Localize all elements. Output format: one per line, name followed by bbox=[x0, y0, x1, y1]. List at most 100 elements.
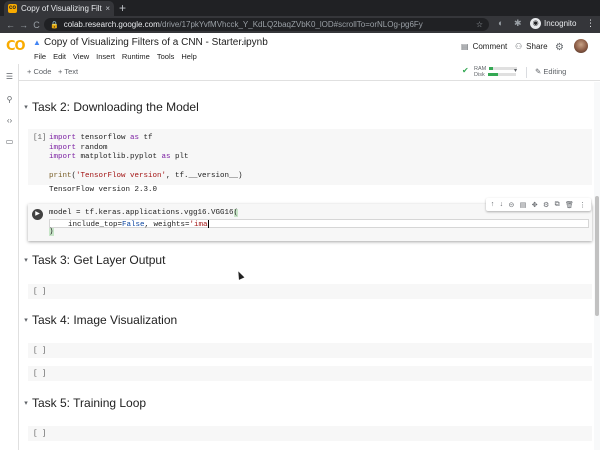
share-icon: ⚇ bbox=[515, 42, 523, 51]
cell-execution-count: [ ] bbox=[33, 430, 47, 438]
gear-icon[interactable]: ⚙ bbox=[543, 201, 549, 209]
cell-execution-count: [ ] bbox=[33, 288, 47, 296]
collapse-caret-icon[interactable]: ▾ bbox=[20, 316, 32, 324]
left-sidebar: ☰ ⚲ ‹› ▭ bbox=[0, 64, 19, 450]
code-token: model = tf.keras.applications.vgg16.VGG1… bbox=[49, 209, 234, 217]
files-icon[interactable]: ▭ bbox=[0, 137, 19, 146]
colab-favicon-icon: co bbox=[8, 4, 17, 13]
code-line-current[interactable]: include_top=False, weights='ima bbox=[49, 218, 589, 228]
table-of-contents-icon[interactable]: ☰ bbox=[0, 72, 19, 81]
move-up-icon[interactable]: ↑ bbox=[491, 201, 495, 208]
code-cell-empty[interactable]: [ ] bbox=[28, 284, 592, 299]
collapse-caret-icon[interactable]: ▾ bbox=[20, 256, 32, 264]
text-cursor bbox=[207, 219, 209, 228]
code-cell-empty[interactable]: [ ] bbox=[28, 343, 592, 358]
menu-help[interactable]: Help bbox=[181, 52, 196, 61]
collapse-caret-icon[interactable]: ▾ bbox=[20, 103, 32, 111]
incognito-icon: ◉ bbox=[530, 18, 541, 29]
browser-menu-icon[interactable]: ⋮ bbox=[586, 18, 595, 29]
section-title: Task 2: Downloading the Model bbox=[32, 100, 199, 114]
drive-icon: ▲ bbox=[33, 38, 41, 47]
toolbar-divider bbox=[526, 67, 527, 78]
section-title: Task 5: Training Loop bbox=[32, 396, 147, 410]
code-token: 'TensorFlow version' bbox=[76, 172, 167, 180]
disk-bar-fill bbox=[487, 73, 498, 77]
link-icon[interactable]: ⊝ bbox=[508, 201, 514, 209]
comment-icon[interactable]: ▤ bbox=[520, 201, 527, 209]
chevron-down-icon[interactable]: ▾ bbox=[514, 67, 517, 74]
code-token: tf bbox=[139, 134, 153, 142]
extension-icon[interactable]: ◐ bbox=[498, 18, 503, 28]
add-code-button[interactable]: + Code bbox=[27, 67, 51, 76]
more-options-icon[interactable]: ⋮ bbox=[579, 201, 586, 209]
code-token: as bbox=[161, 153, 171, 161]
code-token: import bbox=[49, 153, 77, 161]
cell-execution-count: [ ] bbox=[33, 370, 47, 378]
section-task2: ▾ Task 2: Downloading the Model bbox=[20, 100, 199, 114]
browser-tab[interactable]: co Copy of Visualizing Filters × bbox=[4, 1, 114, 16]
search-icon[interactable]: ⚲ bbox=[0, 95, 19, 104]
run-cell-button[interactable]: ▶ bbox=[32, 209, 43, 220]
puzzle-extension-icon[interactable]: ✱ bbox=[514, 18, 522, 29]
scrollbar-thumb[interactable] bbox=[595, 196, 599, 316]
cell-code[interactable]: import tensorflow as tf import random im… bbox=[49, 134, 243, 182]
back-button[interactable]: ← bbox=[4, 20, 17, 30]
move-down-icon[interactable]: ↓ bbox=[500, 201, 504, 208]
lock-icon[interactable]: 🔒 bbox=[50, 21, 59, 29]
code-token: tensorflow bbox=[76, 134, 131, 142]
cell-output: TensorFlow version 2.3.0 bbox=[49, 186, 158, 194]
url-text[interactable]: colab.research.google.com/drive/17pkYvfM… bbox=[64, 20, 476, 29]
section-task5: ▾ Task 5: Training Loop bbox=[20, 396, 146, 410]
menu-tools[interactable]: Tools bbox=[157, 52, 175, 61]
incognito-indicator[interactable]: ◉ Incognito bbox=[530, 18, 576, 29]
forward-button[interactable]: → bbox=[17, 20, 30, 30]
address-bar[interactable]: 🔒 colab.research.google.com/drive/17pkYv… bbox=[44, 18, 489, 31]
editor-settings-icon[interactable]: ✥ bbox=[532, 201, 538, 209]
browser-toolbar: ← → C 🔒 colab.research.google.com/drive/… bbox=[0, 16, 600, 33]
notebook-title[interactable]: Copy of Visualizing Filters of a CNN - S… bbox=[44, 37, 268, 48]
ram-bar-fill bbox=[489, 67, 494, 71]
cell-execution-count: [ ] bbox=[33, 347, 47, 355]
reload-button[interactable]: C bbox=[30, 20, 43, 30]
code-token: import bbox=[49, 134, 77, 142]
code-cell-empty[interactable]: [ ] bbox=[28, 426, 592, 441]
star-icon[interactable]: ☆ bbox=[241, 37, 249, 48]
cell-toolbar: ↑ ↓ ⊝ ▤ ✥ ⚙ ⧉ 🗑 ⋮ bbox=[486, 198, 591, 211]
code-token: matplotlib.pyplot bbox=[76, 153, 162, 161]
mirror-cell-icon[interactable]: ⧉ bbox=[555, 201, 560, 209]
menu-file[interactable]: File bbox=[34, 52, 46, 61]
code-cell-1[interactable]: [1] import tensorflow as tf import rando… bbox=[28, 129, 592, 185]
delete-icon[interactable]: 🗑 bbox=[565, 201, 574, 209]
mouse-pointer-icon bbox=[235, 270, 245, 280]
menu-runtime[interactable]: Runtime bbox=[122, 52, 150, 61]
url-host: colab.research.google.com bbox=[63, 20, 160, 29]
bookmark-star-icon[interactable]: ☆ bbox=[476, 20, 483, 29]
settings-gear-icon[interactable]: ⚙ bbox=[555, 42, 564, 53]
share-label: Share bbox=[526, 42, 548, 51]
code-snippets-icon[interactable]: ‹› bbox=[0, 116, 19, 125]
avatar[interactable] bbox=[574, 39, 588, 53]
code-token: plt bbox=[170, 153, 189, 161]
add-text-button[interactable]: + Text bbox=[58, 67, 78, 76]
comment-button[interactable]: ▤ Comment bbox=[461, 42, 507, 51]
ram-check-icon[interactable]: ✔ bbox=[462, 66, 472, 78]
cell-editor[interactable]: model = tf.keras.applications.vgg16.VGG1… bbox=[49, 209, 589, 238]
bracket-match: ( bbox=[233, 209, 239, 217]
code-cell-empty[interactable]: [ ] bbox=[28, 366, 592, 381]
code-line[interactable]: ) bbox=[49, 228, 589, 238]
share-button[interactable]: ⚇ Share bbox=[515, 42, 548, 51]
menu-edit[interactable]: Edit bbox=[53, 52, 66, 61]
resource-monitor[interactable]: RAM Disk bbox=[474, 66, 518, 78]
new-tab-button[interactable]: + bbox=[119, 1, 126, 15]
browser-tab-strip: co Copy of Visualizing Filters × + bbox=[0, 0, 600, 16]
menu-view[interactable]: View bbox=[73, 52, 89, 61]
menu-bar: File Edit View Insert Runtime Tools Help bbox=[34, 52, 197, 61]
close-tab-icon[interactable]: × bbox=[105, 4, 110, 13]
code-token: print bbox=[49, 172, 72, 180]
colab-logo[interactable]: CO bbox=[6, 39, 26, 54]
notebook-toolbar: + Code + Text ✔ RAM Disk ▾ ✎ Editing bbox=[0, 64, 600, 81]
menu-insert[interactable]: Insert bbox=[96, 52, 115, 61]
collapse-caret-icon[interactable]: ▾ bbox=[20, 399, 32, 407]
tab-title: Copy of Visualizing Filters bbox=[21, 4, 102, 13]
editing-mode-button[interactable]: ✎ Editing bbox=[535, 67, 566, 76]
